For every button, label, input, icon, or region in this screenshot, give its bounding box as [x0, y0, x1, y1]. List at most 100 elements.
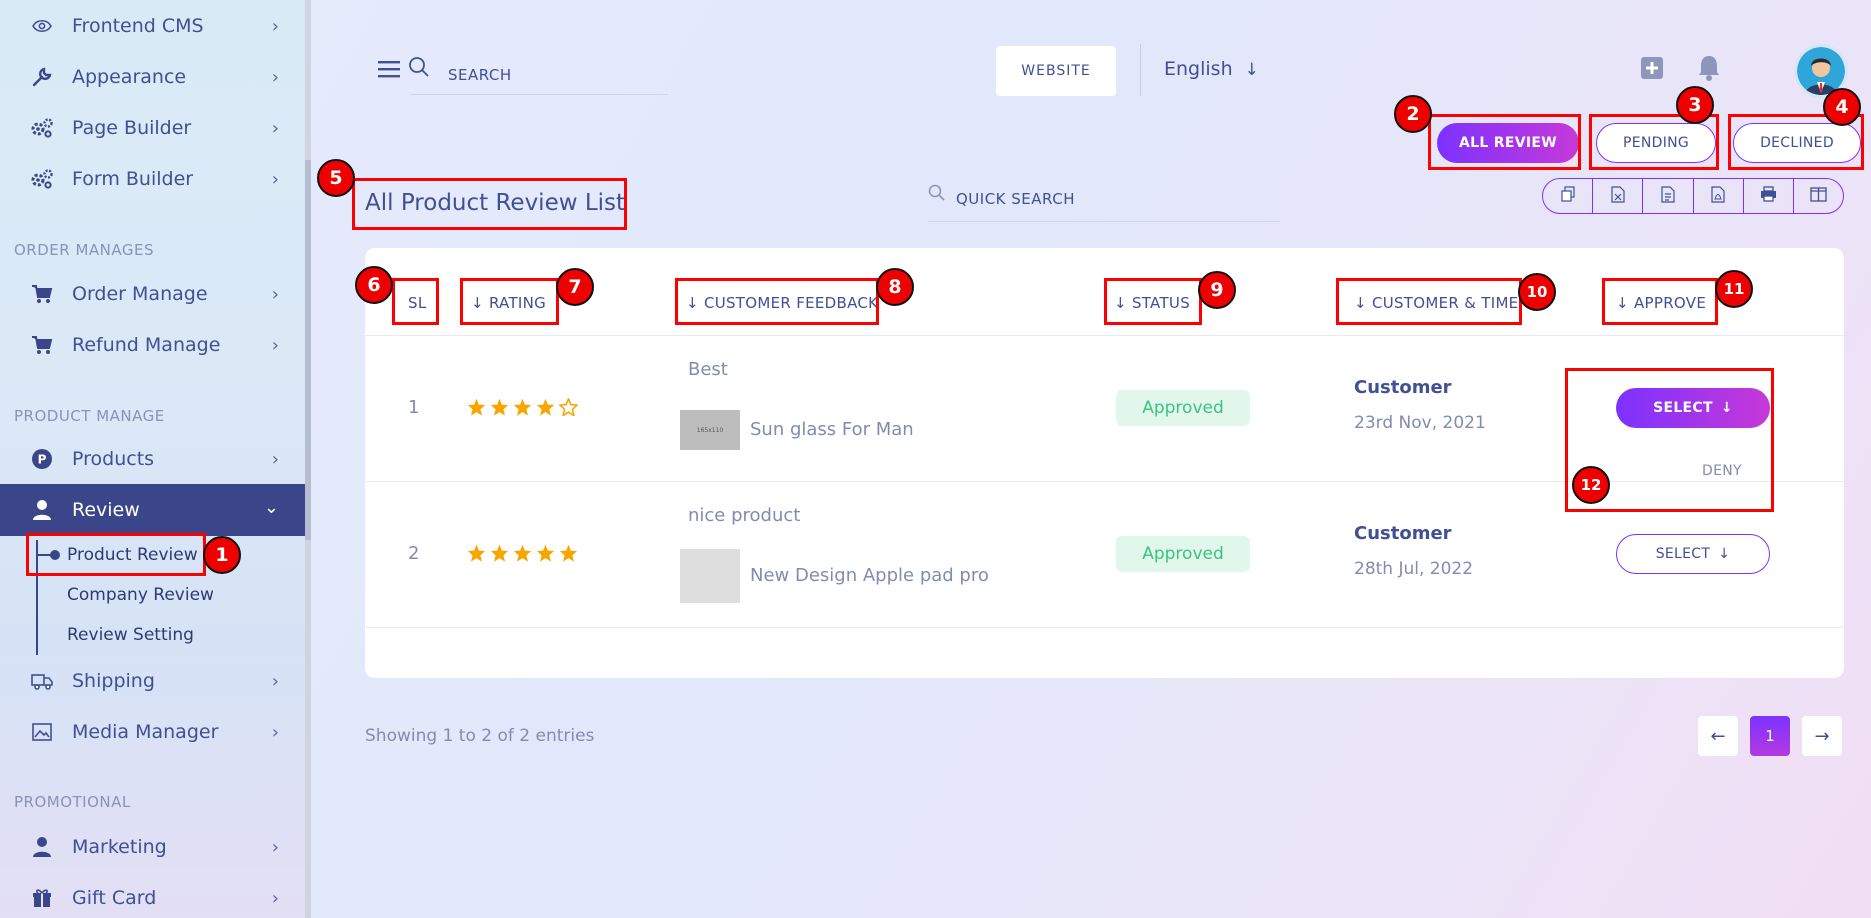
image-icon [30, 720, 54, 744]
sidebar-item-shipping[interactable]: Shipping › [0, 656, 305, 706]
customer-name: Customer [1354, 523, 1452, 544]
print-button[interactable] [1744, 179, 1794, 213]
chevron-right-icon: › [271, 284, 279, 305]
eye-icon [30, 14, 54, 38]
sidebar-item-label: Frontend CMS [72, 15, 204, 37]
product-name: Sun glass For Man [750, 419, 914, 440]
sidebar-item-label: Shipping [72, 670, 155, 692]
annotation-marker-12: 12 [1572, 466, 1610, 504]
star-filled-icon [513, 544, 532, 566]
feedback-text: nice product [688, 505, 801, 526]
sidebar-item-label: Appearance [72, 66, 187, 88]
chevron-right-icon: › [271, 16, 279, 37]
sidebar-item-label: Refund Manage [72, 334, 221, 356]
annotation-box-11 [1602, 278, 1718, 325]
arrow-right-icon: → [1814, 725, 1830, 747]
search-icon [408, 56, 430, 82]
chevron-down-icon: ⌄ [263, 497, 279, 518]
customer-name: Customer [1354, 377, 1452, 398]
search-icon [928, 184, 945, 205]
star-filled-icon [490, 398, 509, 420]
sidebar-item-form-builder[interactable]: Form Builder › [0, 154, 305, 204]
star-empty-icon [558, 396, 579, 420]
language-select[interactable]: English ↓ [1164, 58, 1259, 80]
section-label-promotional: PROMOTIONAL [14, 793, 131, 811]
header-divider [1140, 44, 1141, 96]
sidebar-item-appearance[interactable]: Appearance › [0, 52, 305, 102]
star-filled-icon [513, 398, 532, 420]
pdf-button[interactable] [1694, 179, 1744, 213]
sidebar-item-label: Gift Card [72, 887, 157, 909]
file-text-icon [1661, 185, 1675, 207]
entries-info: Showing 1 to 2 of 2 entries [365, 726, 595, 746]
excel-icon [1611, 185, 1625, 207]
sidebar-item-page-builder[interactable]: Page Builder › [0, 103, 305, 153]
review-time: 23rd Nov, 2021 [1354, 413, 1486, 433]
annotation-marker-11: 11 [1715, 270, 1753, 308]
copy-button[interactable] [1543, 179, 1594, 213]
truck-icon [30, 669, 54, 693]
sidebar-item-products[interactable]: P Products › [0, 434, 305, 484]
chevron-right-icon: › [271, 837, 279, 858]
sidebar-item-order-manage[interactable]: Order Manage › [0, 269, 305, 319]
sidebar-item-marketing[interactable]: Marketing › [0, 822, 305, 872]
feedback-text: Best [688, 359, 728, 380]
sidebar-item-media-manager[interactable]: Media Manager › [0, 707, 305, 757]
product-thumbnail [680, 549, 740, 603]
wrench-icon [30, 65, 54, 89]
next-page-button[interactable]: → [1802, 716, 1842, 756]
sidebar-sub-review-setting[interactable]: Review Setting [67, 625, 194, 645]
sidebar-item-label: Marketing [72, 836, 167, 858]
search-input[interactable] [410, 55, 668, 95]
chevron-right-icon: › [271, 169, 279, 190]
annotation-marker-10: 10 [1518, 273, 1556, 311]
section-label-order: ORDER MANAGES [14, 241, 154, 259]
sidebar-item-refund-manage[interactable]: Refund Manage › [0, 320, 305, 370]
approve-select-button[interactable]: SELECT ↓ [1616, 534, 1770, 574]
arrow-down-icon: ↓ [1244, 60, 1259, 80]
review-time: 28th Jul, 2022 [1354, 559, 1474, 579]
sidebar: Frontend CMS › Appearance › Page Builder… [0, 0, 305, 918]
select-label: SELECT [1655, 546, 1711, 562]
sidebar-item-label: Page Builder [72, 117, 192, 139]
columns-button[interactable] [1794, 179, 1843, 213]
excel-button[interactable] [1593, 179, 1644, 213]
annotation-marker-8: 8 [876, 268, 914, 306]
arrow-left-icon: ← [1710, 725, 1726, 747]
sidebar-item-review[interactable]: Review ⌄ [0, 484, 305, 536]
website-button[interactable]: WEBSITE [996, 46, 1116, 96]
annotation-marker-3: 3 [1676, 86, 1714, 124]
arrow-down-icon: ↓ [1718, 546, 1731, 562]
csv-button[interactable] [1643, 179, 1694, 213]
annotation-box-9 [1104, 278, 1202, 325]
bell-icon[interactable] [1697, 54, 1721, 86]
star-filled-icon [536, 544, 555, 566]
copy-icon [1560, 186, 1576, 206]
chevron-right-icon: › [271, 722, 279, 743]
sidebar-item-label: Products [72, 448, 155, 470]
columns-icon [1810, 186, 1827, 206]
svg-text:P: P [38, 453, 47, 467]
page-button-1[interactable]: 1 [1750, 716, 1790, 756]
product-icon: P [30, 447, 54, 471]
annotation-box-1 [26, 533, 206, 576]
sidebar-item-label: Form Builder [72, 168, 194, 190]
quick-search-input[interactable] [928, 176, 1280, 222]
sidebar-sub-company-review[interactable]: Company Review [67, 585, 214, 605]
hamburger-menu-icon[interactable] [378, 60, 400, 82]
sidebar-item-frontend-cms[interactable]: Frontend CMS › [0, 1, 305, 51]
sidebar-item-gift-card[interactable]: Gift Card › [0, 873, 305, 918]
plus-square-icon[interactable] [1640, 56, 1664, 84]
annotation-marker-5: 5 [317, 159, 355, 197]
annotation-marker-1: 1 [203, 536, 241, 574]
annotation-marker-9: 9 [1198, 271, 1236, 309]
annotation-box-5 [352, 178, 627, 230]
chevron-right-icon: › [271, 67, 279, 88]
annotation-marker-7: 7 [556, 268, 594, 306]
sidebar-scrollbar-thumb[interactable] [305, 160, 311, 540]
product-thumbnail: 165x110 [680, 410, 740, 450]
star-filled-icon [490, 544, 509, 566]
gears-icon [30, 167, 54, 191]
rating-stars [467, 544, 578, 566]
prev-page-button[interactable]: ← [1698, 716, 1738, 756]
